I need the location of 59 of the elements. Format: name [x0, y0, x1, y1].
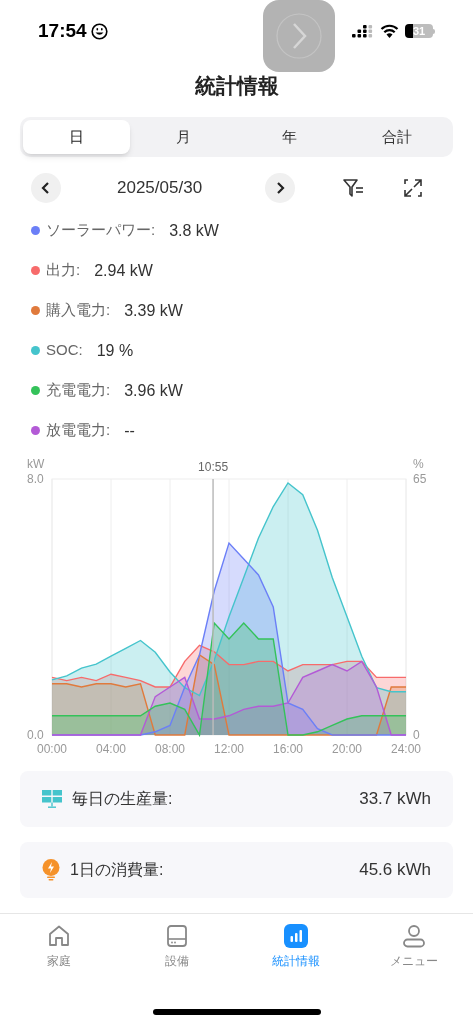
- x-axis-label: 24:00: [391, 742, 421, 756]
- page-title: 統計情報: [193, 73, 280, 99]
- period-tab[interactable]: 年: [236, 120, 344, 154]
- y2-axis-unit: %: [413, 457, 424, 471]
- summary-label: 毎日の生産量:: [72, 789, 173, 809]
- y2-axis-label: 0: [413, 728, 420, 742]
- bulb-icon: [42, 859, 60, 881]
- legend-label: 購入電力:: [46, 300, 111, 321]
- x-axis-label: 16:00: [273, 742, 303, 756]
- bar-chart-icon: [283, 924, 308, 948]
- x-axis-label: 12:00: [214, 742, 244, 756]
- smiley-icon: [90, 22, 108, 40]
- home-icon: [47, 924, 72, 948]
- y-axis-unit: kW: [27, 457, 45, 471]
- x-axis-label: 20:00: [332, 742, 362, 756]
- nav-tab[interactable]: メニュー: [354, 924, 473, 975]
- chevron-right-icon: [274, 181, 286, 195]
- summary-value: 33.7 kWh: [359, 788, 431, 811]
- wifi-icon: [380, 24, 399, 38]
- legend-label: SOC:: [46, 340, 83, 361]
- x-axis-label: 08:00: [155, 742, 185, 756]
- device-icon: [165, 924, 190, 948]
- expand-icon: [403, 178, 423, 198]
- cursor-time: 10:55: [198, 460, 229, 474]
- legend-label: 出力:: [46, 260, 81, 281]
- chevron-right-icon: [275, 12, 323, 60]
- legend-value: --: [124, 420, 135, 441]
- legend-value: 19 %: [96, 340, 134, 361]
- battery-level: 31: [412, 25, 426, 37]
- user-icon: [401, 924, 426, 948]
- period-tab[interactable]: 日: [23, 120, 130, 154]
- filter-icon: [343, 178, 365, 198]
- nav-tab[interactable]: 設備: [118, 924, 237, 975]
- legend-label: 充電電力:: [46, 380, 111, 401]
- summary-value: 45.6 kWh: [359, 859, 431, 882]
- summary-label: 1日の消費量:: [70, 860, 164, 880]
- fullscreen-button[interactable]: [401, 176, 425, 200]
- period-tab[interactable]: 月: [129, 120, 237, 154]
- legend-label: 放電電力:: [46, 420, 111, 441]
- legend-value: 3.39 kW: [124, 300, 183, 321]
- x-axis-label: 04:00: [96, 742, 126, 756]
- y-axis-label: 0.0: [27, 728, 44, 742]
- y-axis-label: 8.0: [27, 472, 44, 486]
- previous-date-button[interactable]: [31, 173, 61, 203]
- period-tab[interactable]: 合計: [343, 120, 450, 154]
- legend-label: ソーラーパワー:: [46, 220, 156, 241]
- next-date-button[interactable]: [265, 173, 295, 203]
- legend-value: 2.94 kW: [94, 260, 153, 281]
- date-label: 2025/05/30: [117, 177, 204, 200]
- signal-icon: [352, 24, 374, 38]
- legend-value: 3.8 kW: [169, 220, 219, 241]
- solar-panel-icon: [42, 790, 62, 808]
- legend-value: 3.96 kW: [124, 380, 183, 401]
- y2-axis-label: 65: [413, 472, 427, 486]
- filter-button[interactable]: [342, 176, 366, 200]
- chevron-left-icon: [40, 181, 52, 195]
- status-time: 17:54: [38, 18, 87, 43]
- x-axis-label: 00:00: [37, 742, 67, 756]
- nav-tab[interactable]: 家庭: [0, 924, 119, 975]
